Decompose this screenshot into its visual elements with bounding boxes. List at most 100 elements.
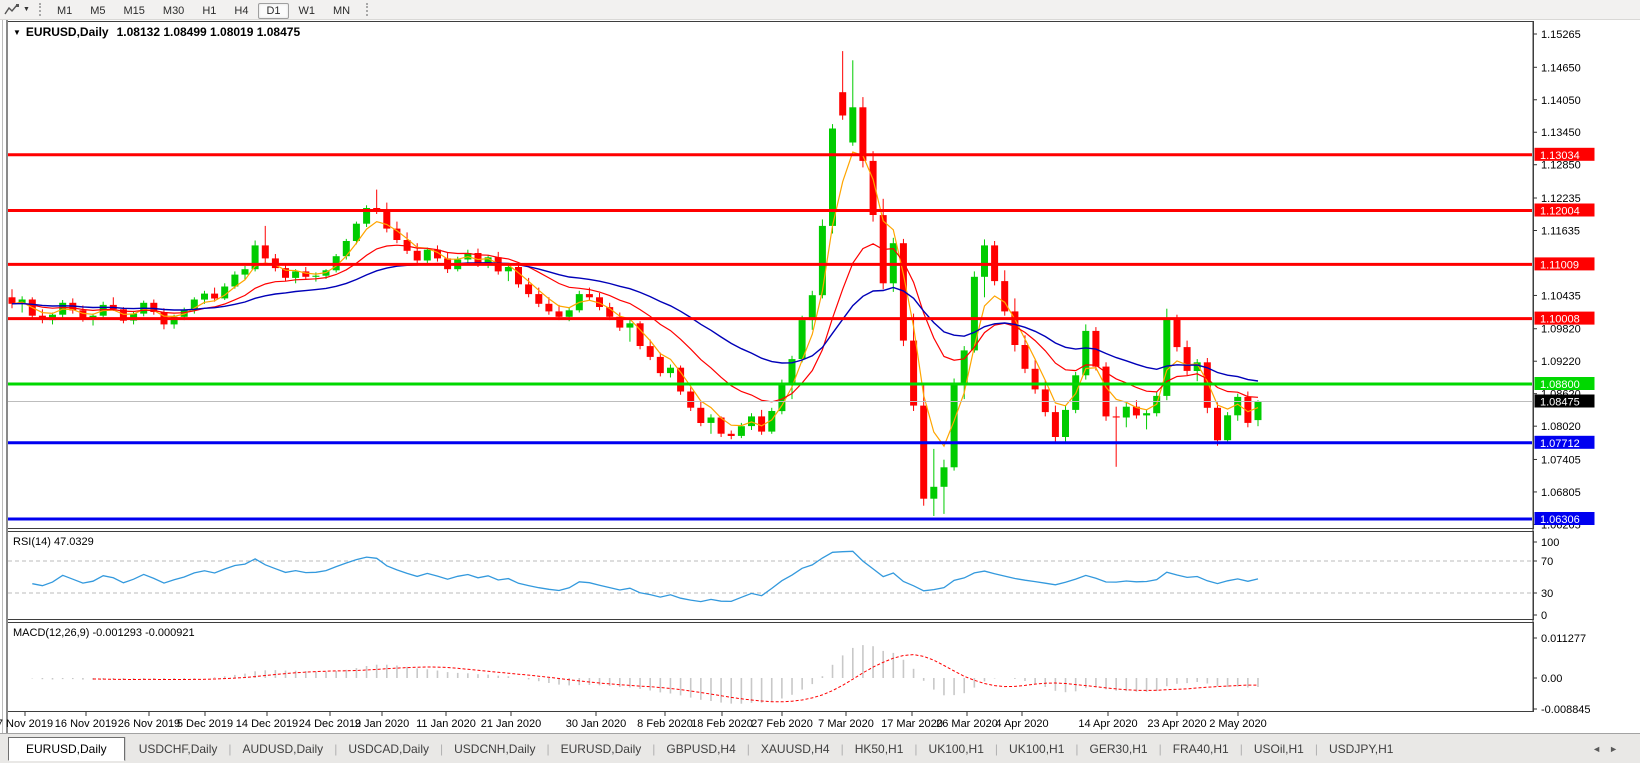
date-axis-label: 17 Mar 2020: [881, 718, 943, 730]
date-axis-label: 24 Dec 2019: [299, 718, 361, 730]
price-axis-label: 1.12235: [1541, 193, 1581, 205]
chevron-down-icon[interactable]: ▼: [23, 6, 30, 13]
tab-usdchf-daily[interactable]: USDCHF,Daily: [129, 738, 228, 760]
date-axis-label: 27 Feb 2020: [751, 718, 813, 730]
macd-axis-label: -0.008845: [1541, 704, 1591, 716]
price-axis-label: 1.08620: [1541, 389, 1581, 401]
date-axis-label: 18 Feb 2020: [691, 718, 753, 730]
date-axis-label: 14 Dec 2019: [236, 718, 298, 730]
tab-usdcnh-daily[interactable]: USDCNH,Daily: [444, 738, 545, 760]
date-axis-label: 26 Mar 2020: [936, 718, 998, 730]
price-badge-text: 1.11009: [1540, 259, 1579, 271]
tab-usoil-h1[interactable]: USOil,H1: [1244, 738, 1314, 760]
window-left-edge: [2, 20, 8, 760]
rsi-axis-label: 0: [1541, 610, 1547, 622]
date-axis-label: 2 Jan 2020: [355, 718, 409, 730]
chart-type-icon[interactable]: [4, 3, 20, 17]
price-axis-label: 1.14050: [1541, 95, 1581, 107]
date-axis: 7 Nov 201916 Nov 201926 Nov 20195 Dec 20…: [0, 712, 1267, 730]
tab-usdcad-daily[interactable]: USDCAD,Daily: [338, 738, 439, 760]
price-axis-label: 1.09220: [1541, 356, 1581, 368]
timeframe-button-group: M1M5M15M30H1H4D1W1MN: [48, 1, 359, 19]
tab-gbpusd-h4[interactable]: GBPUSD,H4: [656, 738, 745, 760]
date-axis-label: 4 Apr 2020: [995, 718, 1048, 730]
timeframe-m1[interactable]: M1: [49, 3, 80, 19]
macd-indicator-panel[interactable]: [7, 622, 1534, 712]
price-badge-text: 1.07712: [1540, 438, 1580, 450]
tab-scroll-right-icon[interactable]: ►: [1609, 744, 1626, 754]
price-axis-label: 1.06805: [1541, 487, 1581, 499]
macd-label: MACD(12,26,9) -0.001293 -0.000921: [13, 627, 195, 639]
toolbar-grip: [39, 3, 41, 16]
price-axis-label: 1.12850: [1541, 160, 1581, 172]
date-axis-label: 30 Jan 2020: [566, 718, 627, 730]
macd-axis-label: 0.00: [1541, 673, 1562, 685]
timeframe-w1[interactable]: W1: [291, 3, 324, 19]
price-badge-1.06306: [1535, 512, 1595, 525]
date-axis-label: 8 Feb 2020: [637, 718, 693, 730]
tab-audusd-daily[interactable]: AUDUSD,Daily: [233, 738, 334, 760]
price-badge-text: 1.08800: [1540, 379, 1580, 391]
price-axis-label: 1.13450: [1541, 127, 1581, 139]
timeframe-mn[interactable]: MN: [325, 3, 358, 19]
tab-eurusd-daily-active[interactable]: EURUSD,Daily: [8, 737, 125, 761]
price-badge-1.07712: [1535, 436, 1595, 449]
price-badge-text: 1.08475: [1540, 397, 1580, 409]
price-axis-label: 1.07405: [1541, 455, 1581, 467]
price-axis-label: 1.15265: [1541, 29, 1581, 41]
date-axis-label: 23 Apr 2020: [1147, 718, 1206, 730]
tab-uk100-h1[interactable]: UK100,H1: [999, 738, 1074, 760]
chart-ohlc-values: 1.08132 1.08499 1.08019 1.08475: [117, 25, 301, 39]
price-axis-label: 1.14650: [1541, 62, 1581, 74]
price-badge-1.08800: [1535, 377, 1595, 390]
tab-hk50-h1[interactable]: HK50,H1: [845, 738, 914, 760]
main-chart-panel[interactable]: [7, 21, 1534, 529]
date-axis-label: 7 Mar 2020: [818, 718, 874, 730]
price-axis-label: 1.06205: [1541, 519, 1581, 531]
macd-axis-label: 0.011277: [1541, 633, 1586, 645]
date-axis-label: 11 Jan 2020: [416, 718, 476, 730]
tab-fra40-h1[interactable]: FRA40,H1: [1163, 738, 1239, 760]
date-axis-label: 21 Jan 2020: [481, 718, 542, 730]
timeframe-h1[interactable]: H1: [194, 3, 224, 19]
price-badge-text: 1.12004: [1540, 206, 1580, 218]
rsi-axis-label: 70: [1541, 556, 1553, 568]
top-toolbar: ▼ M1M5M15M30H1H4D1W1MN: [0, 0, 1640, 20]
chart-tab-bar: EURUSD,DailyUSDCHF,Daily|AUDUSD,Daily|US…: [0, 733, 1640, 763]
price-axis-label: 1.08020: [1541, 421, 1581, 433]
tab-scroll-left-icon[interactable]: ◄: [1592, 744, 1609, 754]
tab-list: EURUSD,DailyUSDCHF,Daily|AUDUSD,Daily|US…: [0, 737, 1403, 761]
tab-ger30-h1[interactable]: GER30,H1: [1080, 738, 1158, 760]
date-axis-label: 26 Nov 2019: [118, 718, 180, 730]
chart-symbol-label: EURUSD,Daily: [26, 25, 109, 39]
timeframe-d1[interactable]: D1: [258, 3, 288, 19]
rsi-indicator-panel[interactable]: [7, 531, 1534, 620]
price-axis: 1.15265 1.14650 1.14050 1.13450 1.12850 1.122…: [1533, 21, 1595, 712]
timeframe-m15[interactable]: M15: [116, 3, 153, 19]
rsi-label: RSI(14) 47.0329: [13, 536, 94, 548]
collapse-triangle-icon[interactable]: ▼: [13, 28, 21, 37]
price-axis-label: 1.09820: [1541, 324, 1581, 336]
timeframe-m30[interactable]: M30: [155, 3, 192, 19]
rsi-axis-label: 30: [1541, 588, 1553, 600]
tab-eurusd-daily[interactable]: EURUSD,Daily: [551, 738, 652, 760]
price-badge-text: 1.10008: [1540, 314, 1580, 326]
tab-xauusd-h4[interactable]: XAUUSD,H4: [751, 738, 840, 760]
toolbar-grip: [366, 3, 368, 16]
price-axis-label: 1.11635: [1541, 226, 1580, 238]
tab-scroll-arrows: ◄►: [1592, 744, 1626, 754]
timeframe-h4[interactable]: H4: [226, 3, 256, 19]
price-badge-text: 1.06306: [1540, 514, 1580, 526]
tab-usdjpy-h1[interactable]: USDJPY,H1: [1319, 738, 1403, 760]
date-axis-label: 5 Dec 2019: [177, 718, 233, 730]
date-axis-label: 16 Nov 2019: [55, 718, 117, 730]
price-badge-1.13034: [1535, 148, 1595, 161]
timeframe-m5[interactable]: M5: [82, 3, 113, 19]
tab-uk100-h1[interactable]: UK100,H1: [919, 738, 994, 760]
price-badge-1.12004: [1535, 204, 1595, 217]
price-badge-text: 1.13034: [1540, 150, 1580, 162]
price-axis-label: 1.10435: [1541, 290, 1581, 302]
date-axis-label: 2 May 2020: [1209, 718, 1266, 730]
date-axis-label: 14 Apr 2020: [1078, 718, 1137, 730]
price-badge-1.11009: [1535, 257, 1595, 270]
